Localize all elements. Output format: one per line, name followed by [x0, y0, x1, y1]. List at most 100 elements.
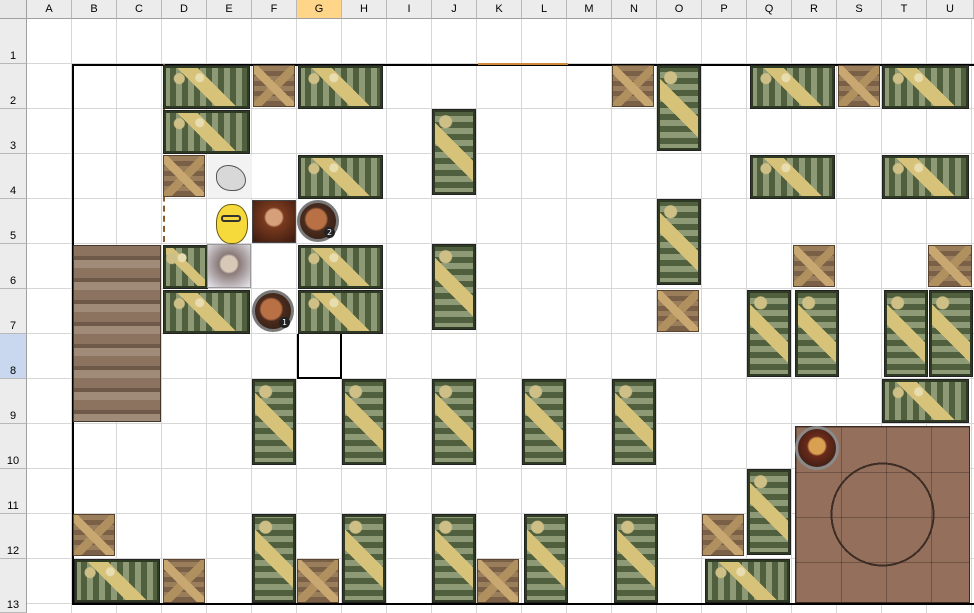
column-header-b[interactable]: B [72, 0, 117, 19]
single-crate-tile[interactable] [702, 514, 744, 556]
crate-tile[interactable] [657, 199, 701, 285]
wolf-token[interactable] [208, 155, 252, 198]
column-header-o[interactable]: O [657, 0, 702, 19]
elf-hero-token[interactable] [207, 244, 251, 288]
row-number: 2 [9, 95, 17, 107]
column-header-a[interactable]: A [27, 0, 72, 19]
column-header-r[interactable]: R [792, 0, 837, 19]
row-header-12[interactable]: 12 [0, 514, 27, 559]
crate-tile[interactable] [882, 379, 969, 423]
stairs-tile[interactable] [73, 245, 161, 422]
row-number: 4 [9, 185, 17, 197]
column-header-n[interactable]: N [612, 0, 657, 19]
row-number: 6 [9, 275, 17, 287]
female-hero-token[interactable] [252, 200, 296, 243]
monster-token-1[interactable]: 1 [252, 290, 294, 332]
row-header-9[interactable]: 9 [0, 379, 27, 424]
crate-tile[interactable] [163, 65, 250, 109]
row-header-6[interactable]: 6 [0, 244, 27, 289]
crate-tile[interactable] [432, 514, 476, 603]
single-crate-tile[interactable] [477, 559, 519, 603]
crate-tile[interactable] [298, 65, 383, 109]
single-crate-tile[interactable] [297, 559, 339, 603]
row-header-8[interactable]: 8 [0, 334, 27, 379]
crate-tile[interactable] [747, 469, 791, 555]
column-header-t[interactable]: T [882, 0, 927, 19]
column-header-u[interactable]: U [927, 0, 974, 19]
crate-tile[interactable] [252, 379, 296, 465]
row-header-13[interactable]: 13 [0, 559, 27, 613]
row-header-11[interactable]: 11 [0, 469, 27, 514]
single-crate-tile[interactable] [928, 245, 972, 287]
crate-tile[interactable] [432, 244, 476, 330]
warrior-hero-token[interactable] [795, 426, 839, 470]
row-header-10[interactable]: 10 [0, 424, 27, 469]
crate-tile[interactable] [432, 379, 476, 465]
crate-tile[interactable] [657, 65, 701, 151]
column-header-m[interactable]: M [567, 0, 612, 19]
select-all-corner[interactable] [0, 0, 27, 19]
row-number: 1 [9, 50, 17, 62]
row-header-3[interactable]: 3 [0, 109, 27, 154]
column-header-j[interactable]: J [432, 0, 477, 19]
column-header-k[interactable]: K [477, 0, 522, 19]
single-crate-tile[interactable] [838, 65, 880, 107]
crate-tile[interactable] [705, 559, 790, 603]
single-crate-tile[interactable] [253, 65, 295, 107]
column-header-s[interactable]: S [837, 0, 882, 19]
crate-tile[interactable] [163, 245, 208, 289]
single-crate-tile[interactable] [163, 155, 205, 197]
smiley-hero-token[interactable] [208, 200, 252, 244]
crate-tile[interactable] [882, 155, 969, 199]
row-number: 10 [6, 455, 20, 467]
column-header-e[interactable]: E [207, 0, 252, 19]
crate-tile[interactable] [298, 245, 383, 289]
crate-tile[interactable] [163, 110, 250, 154]
selected-cell-g8[interactable] [297, 334, 342, 379]
row-number: 5 [9, 230, 17, 242]
row-header-7[interactable]: 7 [0, 289, 27, 334]
column-header-p[interactable]: P [702, 0, 747, 19]
crate-tile[interactable] [163, 290, 250, 334]
crate-tile[interactable] [884, 290, 928, 377]
single-crate-tile[interactable] [73, 514, 115, 556]
column-header-c[interactable]: C [117, 0, 162, 19]
door-marker [478, 63, 568, 65]
row-header-2[interactable]: 2 [0, 64, 27, 109]
crate-tile[interactable] [298, 155, 383, 199]
crate-tile[interactable] [522, 379, 566, 465]
column-header-i[interactable]: I [387, 0, 432, 19]
crate-tile[interactable] [432, 109, 476, 195]
single-crate-tile[interactable] [612, 65, 654, 107]
crate-tile[interactable] [614, 514, 658, 603]
row-header-5[interactable]: 5 [0, 199, 27, 244]
column-header-l[interactable]: L [522, 0, 567, 19]
crate-tile[interactable] [298, 290, 383, 334]
crate-tile[interactable] [882, 65, 969, 109]
crate-tile[interactable] [342, 379, 386, 465]
crate-tile[interactable] [524, 514, 568, 603]
row-number: 7 [9, 320, 17, 332]
row-header-1[interactable]: 1 [0, 19, 27, 64]
crate-tile[interactable] [252, 514, 296, 603]
crate-tile[interactable] [750, 65, 835, 109]
monster-number-badge: 1 [279, 317, 290, 328]
crate-tile[interactable] [750, 155, 835, 199]
column-header-h[interactable]: H [342, 0, 387, 19]
monster-token-2[interactable]: 2 [297, 200, 339, 242]
column-header-d[interactable]: D [162, 0, 207, 19]
single-crate-tile[interactable] [163, 559, 205, 603]
crate-tile[interactable] [795, 290, 839, 377]
crate-tile[interactable] [929, 290, 973, 377]
crate-tile[interactable] [74, 559, 160, 603]
crate-tile[interactable] [342, 514, 386, 603]
column-header-q[interactable]: Q [747, 0, 792, 19]
single-crate-tile[interactable] [657, 290, 699, 332]
column-header-f[interactable]: F [252, 0, 297, 19]
row-number: 9 [9, 410, 17, 422]
crate-tile[interactable] [612, 379, 656, 465]
single-crate-tile[interactable] [793, 245, 835, 287]
row-header-4[interactable]: 4 [0, 154, 27, 199]
column-header-g[interactable]: G [297, 0, 342, 19]
crate-tile[interactable] [747, 290, 791, 377]
